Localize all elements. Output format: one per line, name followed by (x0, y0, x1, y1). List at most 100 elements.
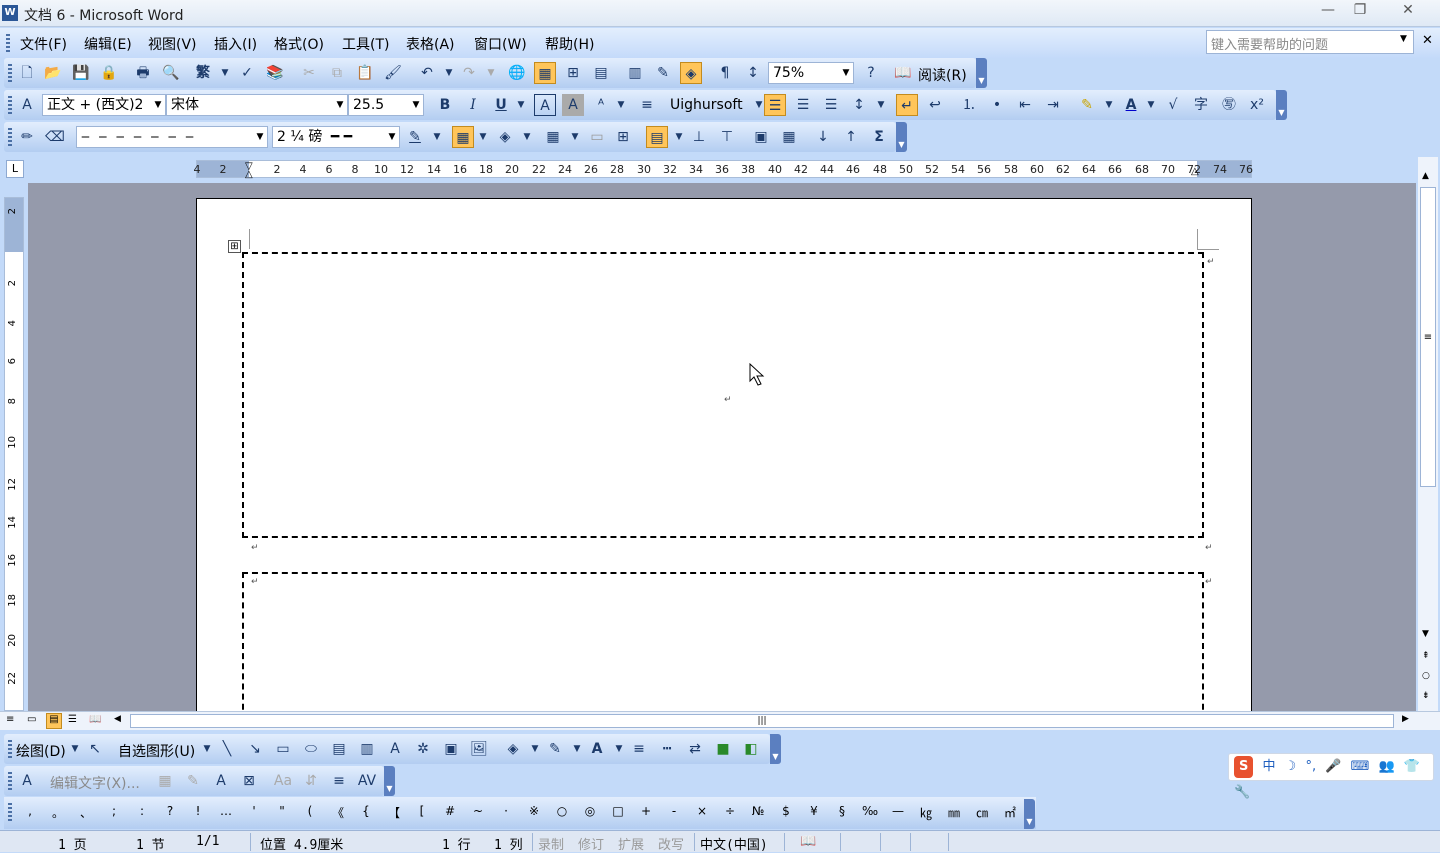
underline-icon[interactable]: U (490, 94, 512, 116)
font-color-icon[interactable]: A (1120, 94, 1142, 116)
symbol-button[interactable]: ÷ (716, 804, 744, 818)
pointer-icon[interactable]: ↕ (742, 62, 764, 84)
sort-descending-icon[interactable]: ↑ (840, 126, 862, 148)
font-dropdown-icon[interactable]: ▼ (333, 95, 347, 115)
print-preview-icon[interactable]: 🔍 (160, 62, 182, 84)
symbol-button[interactable]: + (632, 804, 660, 818)
standard-toolbar-options-icon[interactable]: ▼ (976, 58, 987, 88)
symbol-button[interactable]: # (436, 804, 464, 818)
numbering-icon[interactable]: ⒈ (958, 94, 980, 116)
symbol-button[interactable]: $ (772, 804, 800, 818)
arrow-style-icon[interactable]: ⇄ (684, 738, 706, 760)
line-spacing-icon[interactable]: ↕ (848, 94, 870, 116)
sort-ascending-icon[interactable]: ↓ (812, 126, 834, 148)
decrease-indent-icon[interactable]: ⇤ (1014, 94, 1036, 116)
format-wordart-icon[interactable]: ✎ (182, 770, 204, 792)
hyperlink-icon[interactable]: 🌐 (506, 62, 528, 84)
insert-excel-icon[interactable]: ▤ (590, 62, 612, 84)
show-hide-icon[interactable]: ¶ (714, 62, 736, 84)
normal-view-icon[interactable]: ≡ (6, 714, 14, 725)
italic-icon[interactable]: I (462, 94, 484, 116)
status-extend[interactable]: 扩展 (618, 834, 644, 853)
autoshapes-label[interactable]: 自选图形(U) (118, 741, 195, 761)
style-dropdown-icon[interactable]: ▼ (151, 95, 165, 115)
status-overtype[interactable]: 改写 (658, 834, 684, 853)
symbol-button[interactable]: § (828, 804, 856, 818)
symbol-button[interactable]: ○ (548, 804, 576, 818)
select-browse-object-icon[interactable]: ○ (1422, 671, 1430, 681)
line-icon[interactable]: ╲ (216, 738, 238, 760)
document-close-icon[interactable]: ✕ (1422, 33, 1433, 48)
read-button-label[interactable]: 阅读(R) (918, 65, 967, 85)
line-style-select[interactable]: ‒ ‒ ‒ ‒ ‒ ‒ ‒ ▼ (76, 126, 268, 148)
symbol-button[interactable]: ※ (520, 804, 548, 818)
columns-icon[interactable]: ▥ (624, 62, 646, 84)
zoom-dropdown-icon[interactable]: ▼ (839, 63, 853, 83)
menu-edit[interactable]: 编辑(E) (84, 34, 132, 54)
fill-color-icon[interactable]: ◈ (502, 738, 524, 760)
font-size-dropdown-icon[interactable]: ▼ (409, 95, 423, 115)
read-icon[interactable]: 📖 (892, 62, 914, 84)
shading-color-icon[interactable]: ◈ (494, 126, 516, 148)
symbol-button[interactable]: ㎏ (912, 804, 940, 821)
style-select[interactable]: 正文 + (西文)2 ▼ (42, 94, 166, 116)
symbol-button[interactable]: — (884, 804, 912, 818)
insert-table-dropdown-icon[interactable]: ▼ (564, 126, 586, 148)
symbol-button[interactable]: ㎝ (968, 804, 996, 821)
menu-insert[interactable]: 插入(I) (214, 34, 257, 54)
toolbar-grip[interactable] (8, 128, 12, 146)
justify-icon[interactable]: ≡ (636, 94, 658, 116)
line-style-dropdown-icon[interactable]: ▼ (253, 127, 267, 147)
menu-tools[interactable]: 工具(T) (342, 34, 389, 54)
toolbar-grip[interactable] (8, 803, 12, 821)
horizontal-scroll-thumb[interactable]: ||| (130, 714, 1394, 728)
line-spacing-dropdown-icon[interactable]: ▼ (870, 94, 892, 116)
superscript-icon[interactable]: x² (1246, 94, 1268, 116)
status-record[interactable]: 录制 (538, 834, 564, 853)
user-icon[interactable]: 👥 (1378, 754, 1394, 780)
redo-dropdown-icon[interactable]: ▼ (480, 62, 502, 84)
permission-icon[interactable]: 🔒 (98, 62, 120, 84)
combine-chars-icon[interactable]: 字 (1190, 94, 1212, 116)
dash-style-icon[interactable]: ┅ (656, 738, 678, 760)
line-color-dropdown-icon[interactable]: ▼ (566, 738, 588, 760)
autoshapes-dropdown-icon[interactable]: ▼ (196, 738, 218, 760)
word-app-icon[interactable]: W (2, 5, 18, 21)
print-icon[interactable]: 🖶 (132, 62, 154, 84)
symbol-button[interactable]: ◎ (576, 804, 604, 818)
distribute-columns-icon[interactable]: ⊤ (716, 126, 738, 148)
font-color-dropdown-icon[interactable]: ▼ (608, 738, 630, 760)
draw-table-icon[interactable]: ✏ (16, 126, 38, 148)
symbol-button[interactable]: № (744, 804, 772, 818)
open-icon[interactable]: 📂 (42, 62, 64, 84)
vertical-ruler[interactable]: 2 2 4 6 8 10 12 14 16 18 20 22 (4, 197, 24, 711)
char-scale-dropdown-icon[interactable]: ▼ (610, 94, 632, 116)
vertical-scrollbar[interactable]: ▲ ≡ ▼ ⇞ ○ ⇟ (1418, 157, 1438, 711)
table-autoformat-icon[interactable]: ▣ (750, 126, 772, 148)
rtl-icon[interactable]: ↩ (924, 94, 946, 116)
wordart-toolbar-options-icon[interactable]: ▼ (384, 766, 395, 796)
document-map-icon[interactable]: ◈ (680, 62, 702, 84)
align-right-icon[interactable]: ☰ (792, 94, 814, 116)
font-color-icon[interactable]: A (586, 738, 608, 760)
symbol-button[interactable]: ! (184, 804, 212, 818)
status-track-changes[interactable]: 修订 (578, 834, 604, 853)
help-icon[interactable]: ? (860, 62, 882, 84)
symbol-button[interactable]: ㎜ (940, 804, 968, 821)
copy-icon[interactable]: ⧉ (326, 62, 348, 84)
insert-wordart-icon[interactable]: A (16, 770, 38, 792)
picture-icon[interactable]: 🖼 (468, 738, 490, 760)
highlight-dropdown-icon[interactable]: ▼ (1098, 94, 1120, 116)
skin-icon[interactable]: 👕 (1404, 754, 1420, 780)
symbol-button[interactable]: : (128, 804, 156, 818)
symbol-button[interactable]: ? (156, 804, 184, 818)
symbol-button[interactable]: ~ (464, 804, 492, 818)
symbol-toolbar-options-icon[interactable]: ▼ (1024, 799, 1035, 829)
insert-table-icon[interactable]: ⊞ (562, 62, 584, 84)
restore-button[interactable]: ❐ (1338, 0, 1382, 22)
print-view-icon[interactable]: ▤ (46, 713, 62, 729)
traditional-chinese-button[interactable]: 繁 (192, 62, 214, 84)
uighur-label[interactable]: Uighursoft (670, 97, 743, 113)
paste-icon[interactable]: 📋 (354, 62, 376, 84)
tables-toolbar-options-icon[interactable]: ▼ (896, 122, 907, 152)
